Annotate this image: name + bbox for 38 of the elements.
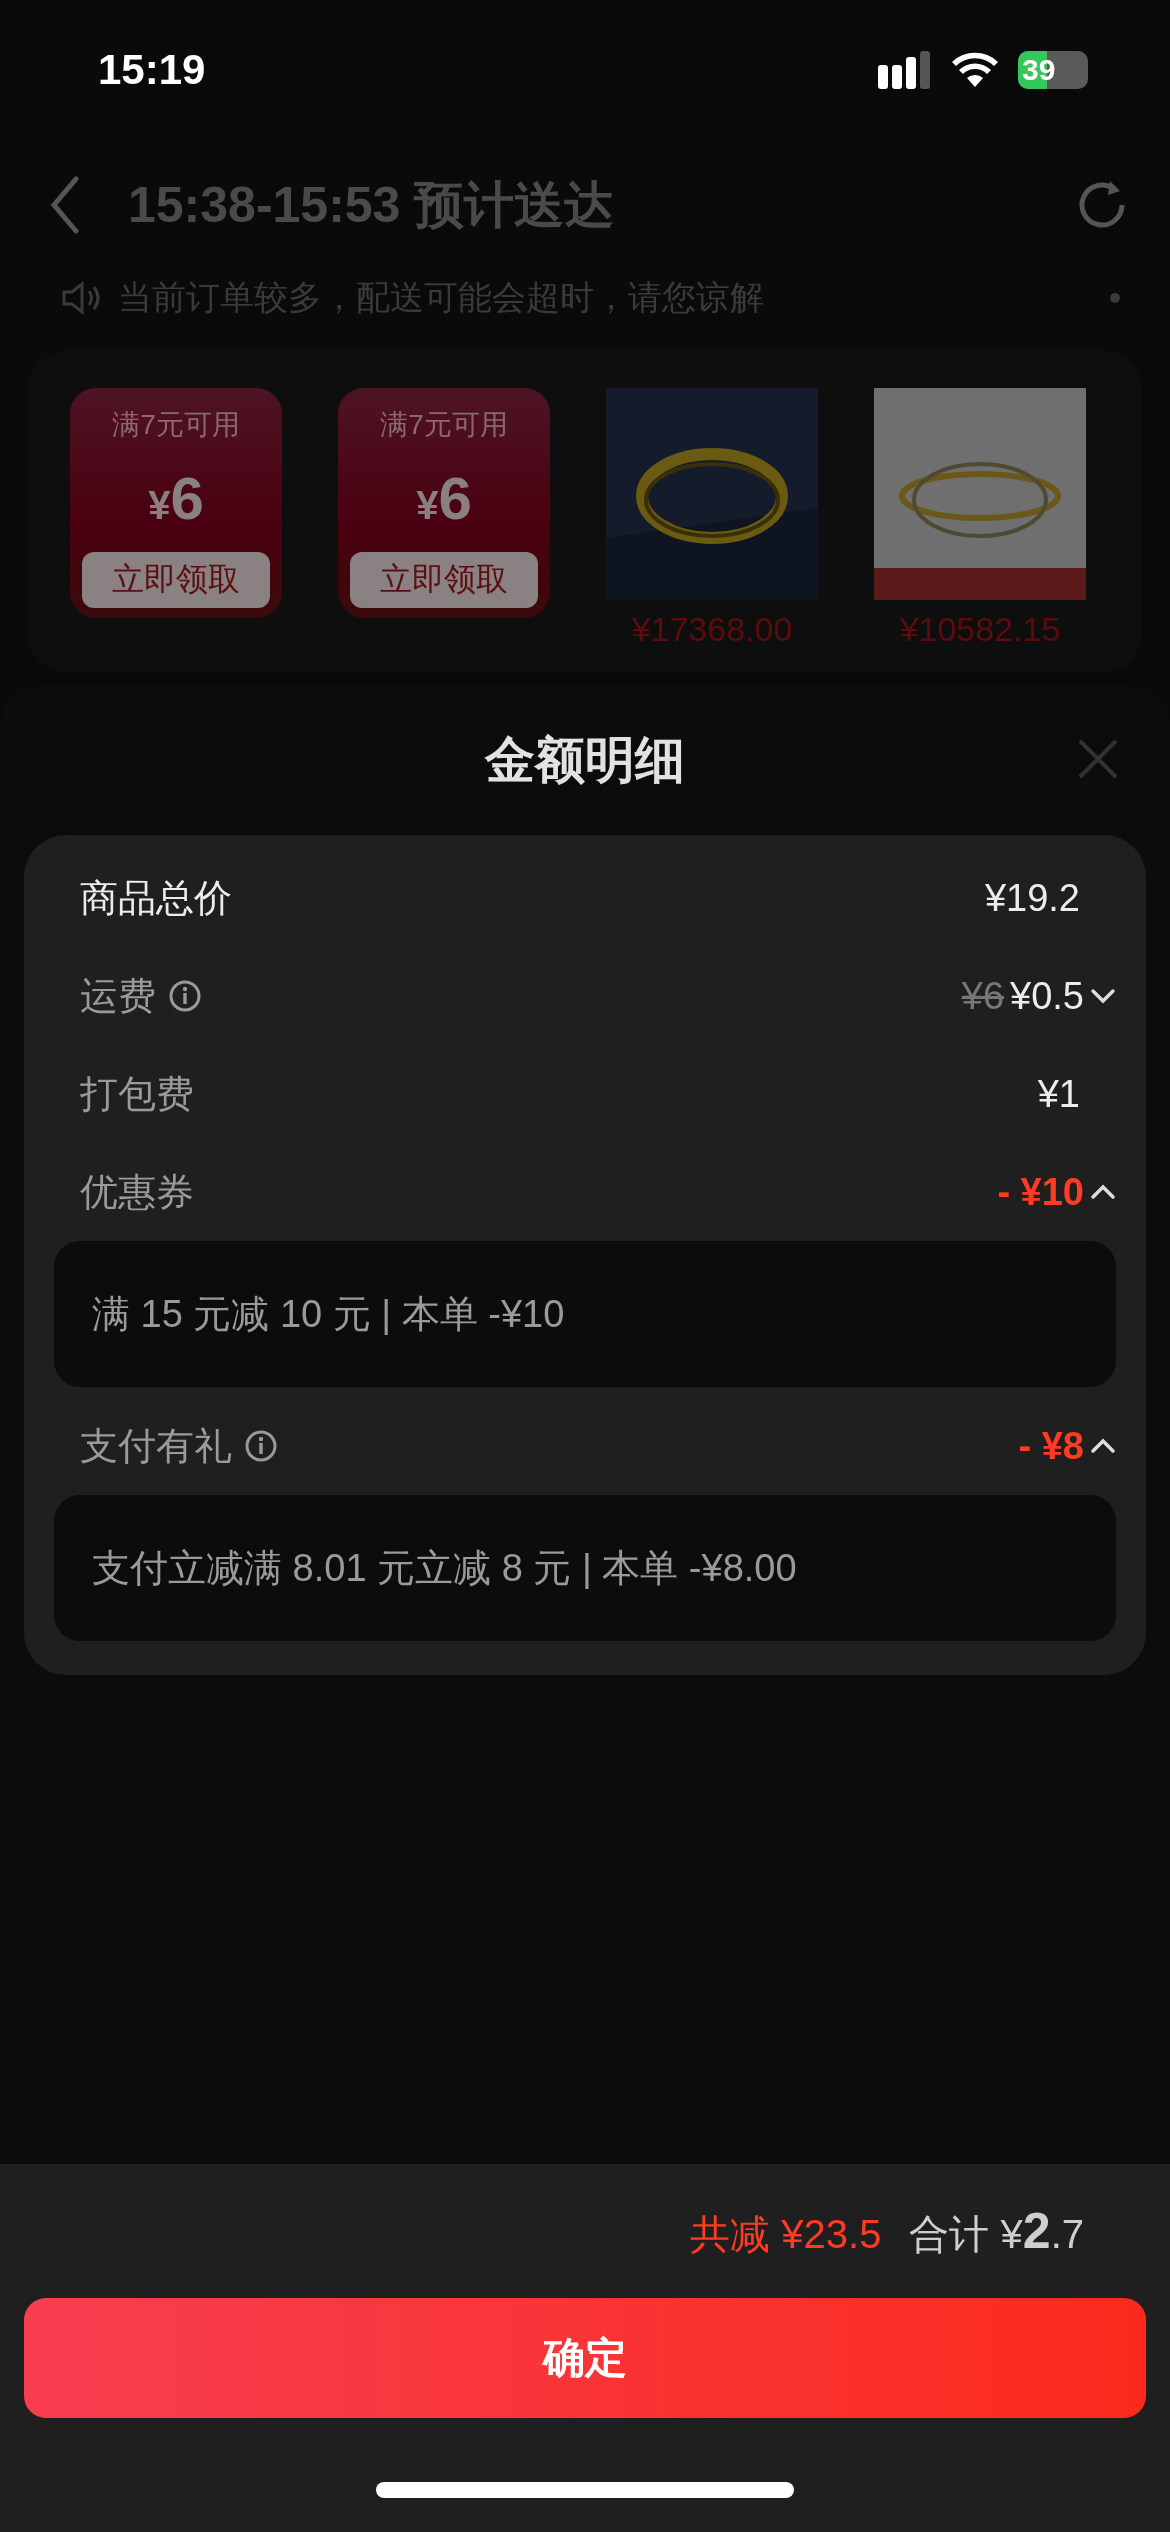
coupon-condition: 满7元可用: [380, 408, 508, 442]
coupon-amount: ¥6: [148, 463, 204, 533]
status-time: 15:19: [98, 46, 206, 94]
row-value: - ¥10: [997, 1170, 1084, 1214]
info-icon[interactable]: [168, 979, 202, 1013]
wifi-icon: [950, 51, 1000, 89]
total-amount: 合计 ¥2.7: [909, 2202, 1084, 2261]
product-price: ¥10582.15: [899, 610, 1061, 649]
original-price: ¥6: [961, 974, 1005, 1018]
back-icon[interactable]: [50, 176, 80, 234]
row-value: ¥19.2: [984, 876, 1080, 920]
row-label: 打包费: [80, 1071, 194, 1117]
row-value: ¥1: [1037, 1072, 1080, 1116]
discount-detail: 满 15 元减 10 元 | 本单 -¥10: [92, 1291, 565, 1337]
confirm-button[interactable]: 确定: [24, 2298, 1146, 2418]
info-icon[interactable]: [244, 1429, 278, 1463]
chevron-up-icon[interactable]: [1090, 1437, 1116, 1455]
sheet-title: 金额明细: [485, 730, 685, 790]
row-label: 支付有礼: [80, 1423, 232, 1469]
dot-icon: [1110, 293, 1120, 303]
row-label: 优惠券: [80, 1169, 194, 1215]
chevron-down-icon[interactable]: [1090, 987, 1116, 1005]
chevron-up-icon[interactable]: [1090, 1183, 1116, 1201]
claim-button[interactable]: 立即领取: [82, 552, 270, 608]
claim-button[interactable]: 立即领取: [350, 552, 538, 608]
speaker-icon: [62, 281, 102, 315]
row-label: 运费: [80, 973, 156, 1019]
battery-icon: 39: [1018, 51, 1088, 89]
discount-detail: 支付立减满 8.01 元立减 8 元 | 本单 -¥8.00: [92, 1545, 797, 1591]
coupon-amount: ¥6: [416, 463, 472, 533]
delivery-time-title: 15:38-15:53 预计送达: [128, 175, 616, 235]
row-value: ¥0.5: [1010, 974, 1084, 1018]
row-label: 商品总价: [80, 875, 232, 921]
coupon-condition: 满7元可用: [112, 408, 240, 442]
signal-icon: [878, 51, 932, 89]
product-price: ¥17368.00: [631, 610, 793, 649]
total-savings: 共减 ¥23.5: [690, 2211, 882, 2258]
row-value: - ¥8: [1018, 1424, 1084, 1468]
